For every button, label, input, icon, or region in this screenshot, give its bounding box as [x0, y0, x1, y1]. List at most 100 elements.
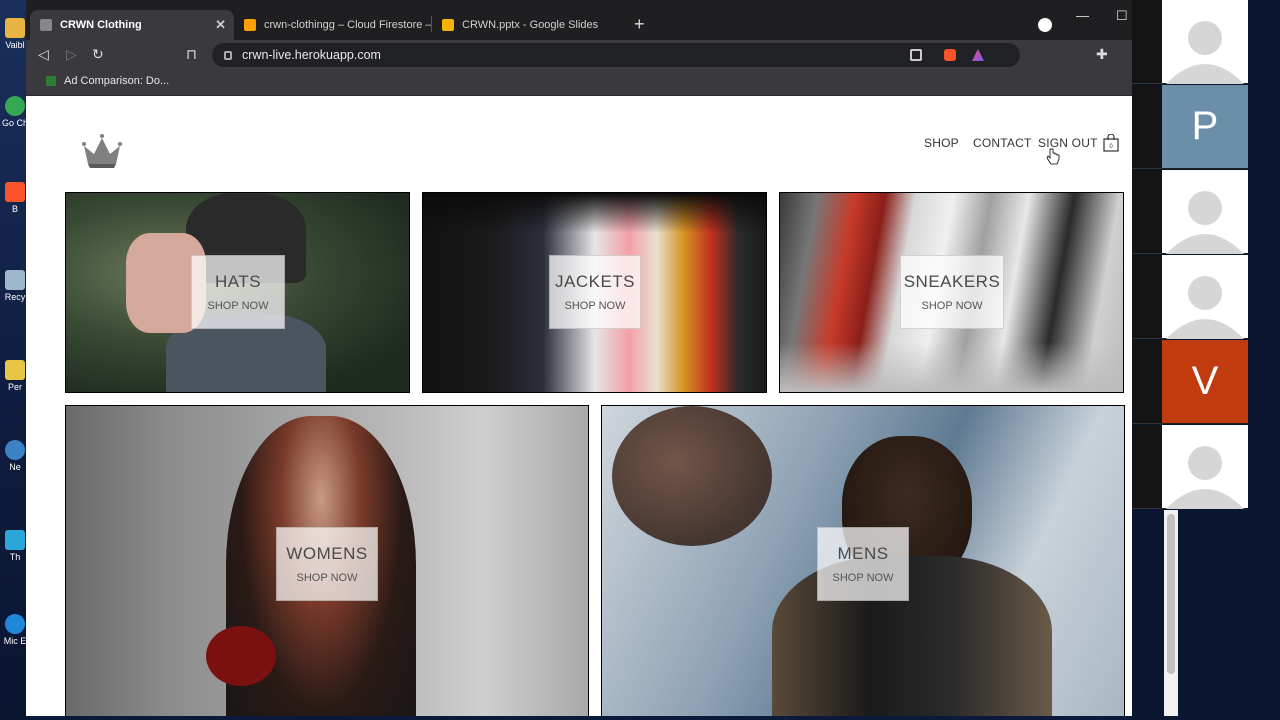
desktop-icon-label: Ne — [9, 462, 21, 472]
desktop-icon[interactable]: Go Ch — [2, 96, 28, 128]
url-text: crwn-live.herokuapp.com — [242, 48, 381, 62]
cart-count: 0 — [1109, 144, 1113, 150]
desktop-icon-label: Mic E — [3, 636, 27, 646]
panel-gutter — [1132, 255, 1162, 339]
desktop-icon[interactable]: B — [2, 182, 28, 214]
shop-now-text: SHOP NOW — [921, 300, 983, 312]
maximize-icon[interactable]: ☐ — [1116, 8, 1128, 24]
tab-firestore[interactable]: crwn-clothingg – Cloud Firestore – Fir — [234, 10, 432, 40]
desktop-icon[interactable]: Th — [2, 530, 28, 562]
shelf-shape — [780, 342, 1123, 392]
hand-cursor-icon — [1046, 148, 1060, 165]
participant-initial: P — [1191, 104, 1219, 148]
brave-shields-icon[interactable] — [944, 49, 956, 61]
nav-contact-link[interactable]: CONTACT — [973, 136, 1032, 150]
desktop-icon-label: Go Ch — [2, 118, 29, 128]
tab-bar: CRWN Clothing ✕ crwn-clothingg – Cloud F… — [26, 0, 1132, 40]
participant-tile[interactable] — [1162, 170, 1248, 254]
extensions-icon[interactable]: ✚ — [1096, 46, 1108, 63]
panel-gutter — [1132, 340, 1162, 424]
category-tile-hats[interactable]: HATS SHOP NOW — [65, 192, 410, 393]
shop-now-text: SHOP NOW — [296, 572, 358, 584]
slides-favicon-icon — [442, 19, 454, 31]
participant-initial: V — [1191, 359, 1219, 403]
shop-now-text: SHOP NOW — [832, 572, 894, 584]
category-label[interactable]: MENS SHOP NOW — [817, 527, 909, 601]
desktop-icon[interactable]: Mic E — [2, 614, 28, 646]
desktop-icon-label: B — [11, 204, 18, 214]
category-label[interactable]: WOMENS SHOP NOW — [276, 527, 378, 601]
avatar-icon — [1166, 446, 1244, 509]
desktop-icon[interactable]: Ne — [2, 440, 28, 472]
install-app-icon[interactable] — [910, 49, 922, 61]
shop-now-text: SHOP NOW — [564, 300, 626, 312]
panel-gutter — [1132, 85, 1162, 169]
desktop-icon-label: Per — [7, 382, 22, 392]
browser-window: CRWN Clothing ✕ crwn-clothingg – Cloud F… — [26, 0, 1132, 716]
back-icon[interactable]: ◁ — [38, 46, 49, 63]
category-title: WOMENS — [286, 544, 368, 563]
panel-gutter — [1132, 425, 1162, 509]
hand-shape — [612, 406, 772, 546]
category-label[interactable]: JACKETS SHOP NOW — [549, 255, 641, 329]
category-label[interactable]: HATS SHOP NOW — [191, 255, 285, 329]
browser-toolbar: ◁ ▷ ↻ ⊓ crwn-live.herokuapp.com ✚ — [26, 40, 1132, 70]
bookmark-ad-comparison[interactable]: Ad Comparison: Do... — [46, 75, 169, 87]
category-title: JACKETS — [554, 272, 636, 291]
panel-gutter — [1132, 0, 1162, 84]
reload-icon[interactable]: ↻ — [92, 46, 104, 63]
category-title: SNEAKERS — [903, 272, 1001, 291]
tab-search-icon[interactable] — [1038, 18, 1052, 32]
tab-title: crwn-clothingg – Cloud Firestore – Fir — [264, 19, 432, 31]
participant-tile[interactable] — [1162, 255, 1248, 339]
lock-icon — [224, 50, 232, 60]
desktop-icon[interactable]: Vaibl — [2, 18, 28, 50]
close-tab-icon[interactable]: ✕ — [215, 17, 226, 33]
new-tab-icon[interactable]: + — [634, 14, 645, 35]
tab-title: CRWN Clothing — [60, 19, 142, 31]
nav-shop-link[interactable]: SHOP — [924, 136, 959, 150]
category-label[interactable]: SNEAKERS SHOP NOW — [900, 255, 1004, 329]
tab-title: CRWN.pptx - Google Slides — [462, 19, 599, 31]
bookmark-favicon-icon — [46, 76, 56, 86]
firebase-favicon-icon — [244, 19, 256, 31]
crwn-homepage: SHOP CONTACT SIGN OUT 0 HATS SHOP NOW JA… — [26, 96, 1132, 716]
address-bar[interactable]: crwn-live.herokuapp.com — [212, 43, 1020, 67]
crown-favicon-icon — [40, 19, 52, 31]
tab-crwn-clothing[interactable]: CRWN Clothing ✕ — [30, 10, 234, 40]
category-tile-mens[interactable]: MENS SHOP NOW — [601, 405, 1125, 716]
shopping-bag-icon[interactable]: 0 — [1103, 134, 1119, 152]
category-tile-sneakers[interactable]: SNEAKERS SHOP NOW — [779, 192, 1124, 393]
video-call-panel: P V — [1132, 0, 1280, 720]
red-flower-shape — [206, 626, 276, 686]
desktop-icon-label: Vaibl — [5, 40, 25, 50]
category-tile-jackets[interactable]: JACKETS SHOP NOW — [422, 192, 767, 393]
desktop-icon-label: Recy — [4, 292, 26, 302]
participant-tile[interactable] — [1162, 425, 1248, 509]
panel-gutter — [1132, 170, 1162, 254]
crown-logo-icon[interactable] — [80, 132, 124, 168]
rack-shadow — [423, 193, 766, 233]
category-tile-womens[interactable]: WOMENS SHOP NOW — [65, 405, 589, 716]
tab-google-slides[interactable]: CRWN.pptx - Google Slides — [432, 10, 628, 40]
forward-icon[interactable]: ▷ — [66, 46, 77, 63]
page-scrollbar[interactable] — [1164, 510, 1178, 716]
category-title: MENS — [837, 544, 889, 563]
avatar-icon — [1166, 21, 1244, 84]
man-jacket-shape — [772, 556, 1052, 716]
desktop-icon-label: Th — [9, 552, 21, 562]
scrollbar-thumb[interactable] — [1167, 514, 1175, 674]
participant-tile[interactable] — [1162, 0, 1248, 84]
avatar-icon — [1166, 191, 1244, 254]
bookmarks-bar: Ad Comparison: Do... — [26, 70, 1132, 96]
category-title: HATS — [214, 272, 262, 291]
participant-tile[interactable]: V — [1162, 340, 1248, 424]
shop-now-text: SHOP NOW — [207, 300, 269, 312]
avatar-icon — [1166, 276, 1244, 339]
desktop-icon[interactable]: Per — [2, 360, 28, 392]
minimize-icon[interactable]: — — [1076, 8, 1089, 23]
desktop-icon[interactable]: Recy — [2, 270, 28, 302]
participant-tile[interactable]: P — [1162, 85, 1248, 169]
bookmark-icon[interactable]: ⊓ — [186, 46, 197, 63]
bookmark-label: Ad Comparison: Do... — [64, 75, 170, 87]
